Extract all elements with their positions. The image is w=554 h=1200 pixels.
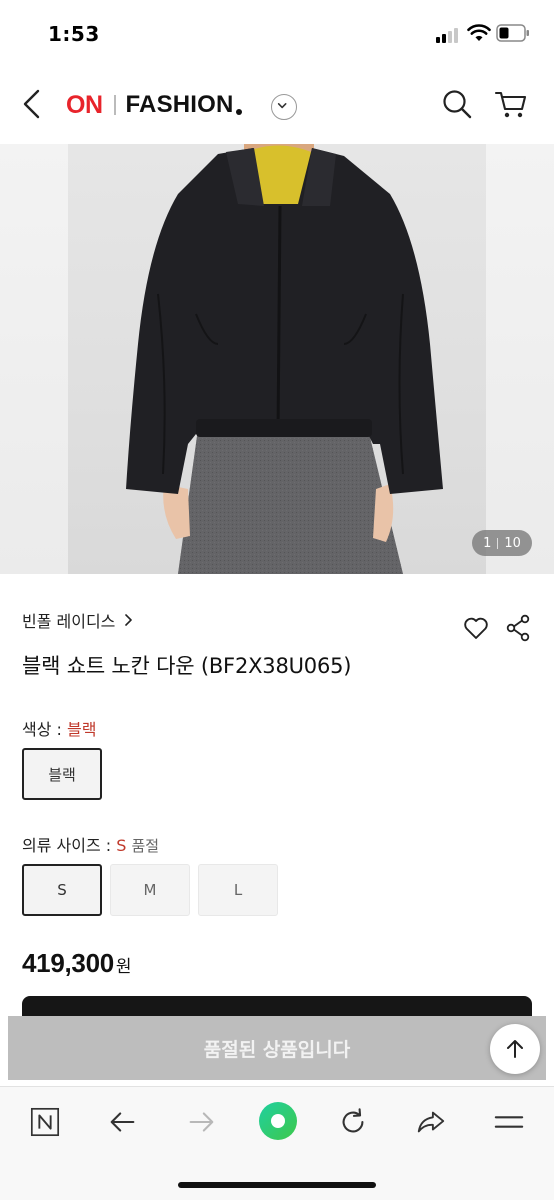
arrow-left-icon — [110, 1112, 135, 1132]
product-price: 419,300 원 — [22, 948, 132, 979]
share-page-button[interactable] — [414, 1105, 448, 1139]
logo-divider — [113, 95, 116, 115]
battery-icon — [496, 24, 529, 42]
product-photo — [68, 144, 486, 574]
color-option-label: 색상 : 블랙 — [22, 716, 96, 740]
product-title: 블랙 쇼트 노칸 다운 (BF2X38U065) — [22, 654, 352, 678]
gallery-total-pages: 10 — [504, 535, 521, 551]
purchase-bar-top-edge — [22, 996, 532, 1016]
onfashion-logo[interactable]: ON FASHION — [66, 88, 242, 122]
size-option-l[interactable]: L — [198, 864, 278, 916]
app-header: ON FASHION — [0, 66, 554, 144]
share-icon[interactable] — [506, 614, 530, 642]
soldout-button[interactable]: 품절된 상품입니다 — [8, 1016, 546, 1080]
size-selected-value: S — [116, 836, 127, 855]
size-option-label: 의류 사이즈 : S 품절 — [22, 832, 159, 856]
refresh-icon — [342, 1108, 364, 1133]
gallery-page-indicator: 1 10 — [472, 530, 532, 556]
chevron-down-icon — [277, 103, 287, 109]
naver-n-icon — [30, 1107, 60, 1137]
logo-fashion-text: FASHION — [125, 91, 234, 118]
brand-name: 빈폴 레이디스 — [22, 612, 116, 631]
size-option-m[interactable]: M — [110, 864, 190, 916]
price-amount: 419,300 — [22, 948, 114, 978]
refresh-button[interactable] — [336, 1105, 370, 1139]
chevron-right-icon — [125, 614, 133, 626]
color-option-black[interactable]: 블랙 — [22, 748, 102, 800]
size-option-s[interactable]: S — [22, 864, 102, 916]
logo-on-text: ON — [66, 90, 103, 119]
brand-link[interactable]: 빈폴 레이디스 — [22, 608, 133, 632]
gallery-current-page: 1 — [483, 535, 492, 551]
product-image-gallery[interactable]: 1 10 — [0, 144, 554, 574]
arrow-right-icon — [189, 1112, 214, 1132]
arrow-up-icon — [507, 1040, 523, 1058]
hamburger-menu-icon — [494, 1116, 524, 1128]
size-label-text: 의류 사이즈 : — [22, 836, 117, 855]
status-bar: 1:53 — [0, 0, 554, 66]
cellular-signal-icon — [436, 27, 464, 43]
wifi-icon — [467, 24, 491, 41]
logo-dot — [235, 109, 242, 115]
size-soldout-status: 품절 — [131, 837, 160, 855]
browser-back-button[interactable] — [106, 1105, 140, 1139]
naver-green-dot-button[interactable] — [258, 1101, 298, 1141]
color-selected-value: 블랙 — [67, 720, 97, 739]
naver-home-button[interactable] — [28, 1105, 62, 1139]
price-unit: 원 — [115, 957, 132, 977]
color-label-text: 색상 : — [22, 720, 68, 739]
green-dot-icon — [259, 1102, 297, 1140]
cart-icon[interactable] — [494, 88, 528, 120]
browser-menu-button[interactable] — [492, 1105, 526, 1139]
gallery-indicator-divider — [497, 537, 499, 549]
share-arrow-icon — [417, 1111, 445, 1133]
scroll-to-top-button[interactable] — [490, 1024, 540, 1074]
back-icon[interactable] — [18, 86, 46, 122]
heart-icon[interactable] — [463, 616, 489, 640]
soldout-label: 품절된 상품입니다 — [203, 1038, 351, 1061]
jacket-photo-illustration — [126, 144, 443, 574]
service-menu-toggle[interactable] — [271, 94, 297, 120]
browser-forward-button[interactable] — [184, 1105, 218, 1139]
search-icon[interactable] — [441, 88, 473, 120]
home-indicator — [178, 1182, 376, 1188]
status-time: 1:53 — [48, 22, 100, 46]
